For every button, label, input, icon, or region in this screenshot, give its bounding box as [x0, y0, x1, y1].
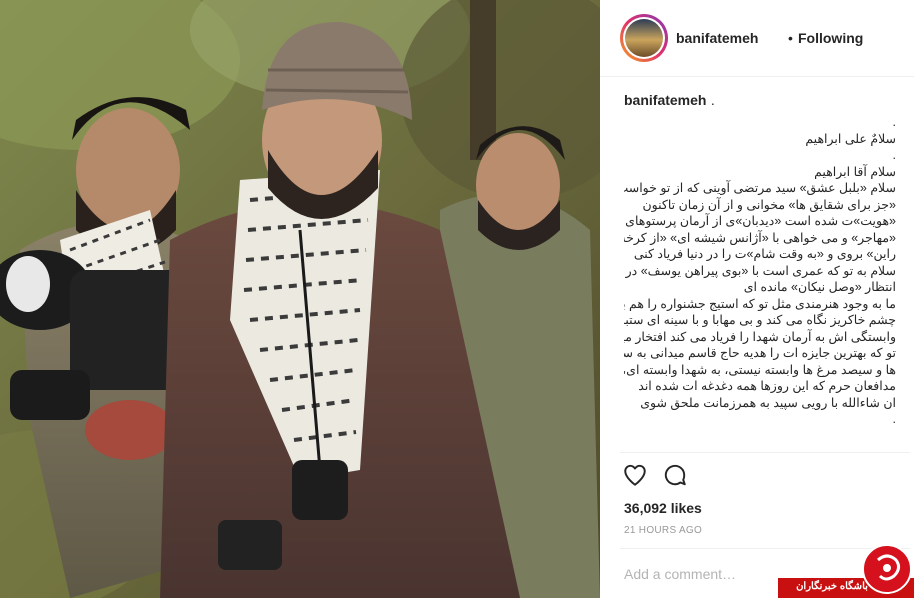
avatar-image: [625, 19, 663, 57]
post-header: banifatemeh • Following: [600, 0, 914, 77]
caption-text: . سلامٌ علی ابراهیم . سلام آقا ابراهیم س…: [624, 114, 896, 428]
caption-line: «مهاجر» و می خواهی با «آژانس شیشه ای» «ا…: [624, 230, 896, 245]
caption-line: سلام به تو که عمری است با «بوی پیراهن یو…: [625, 263, 896, 278]
caption-line: انتظار «وصل نیکان» مانده ای: [743, 280, 896, 294]
news-agency-watermark: باشگاه خبرنگاران: [778, 540, 914, 598]
caption-line: مدافعان حرم که این روزها همه دغدغه ات شد…: [638, 379, 896, 393]
header-username[interactable]: banifatemeh: [676, 30, 758, 46]
caption-line: ها و سیصد مرغ ها وابسته نیستی، به شهدا و…: [624, 362, 896, 377]
caption-line: .: [892, 412, 896, 426]
heart-outline-icon[interactable]: [622, 462, 650, 490]
like-count[interactable]: 36,092 likes: [624, 500, 702, 516]
caption-line: سلامٌ علی ابراهیم: [805, 131, 896, 146]
header-separator: •: [788, 30, 793, 46]
caption-suffix: .: [710, 92, 715, 108]
caption-line: ما به وجود هنرمندی مثل تو که استیج جشنوا…: [624, 296, 896, 311]
caption-line: .: [892, 148, 896, 162]
caption-line: سلام آقا ابراهیم: [814, 164, 896, 179]
caption-line: تو که بهترین جایزه ات را هدیه حاج قاسم م…: [624, 346, 896, 360]
caption-line: «هویت»ت شده است «دیدبان»ی از آرمان پرستو…: [625, 214, 896, 228]
caption-line: «جز برای شقایق ها» مخوانی و از آن زمان ت…: [642, 197, 897, 212]
post-photo-illustration: [0, 0, 600, 598]
post-timestamp[interactable]: 21 HOURS AGO: [624, 525, 702, 536]
caption-line: چشم خاکریز نگاه می کند و بی مهابا و با س…: [624, 313, 896, 327]
caption-line: سلام «بلبل عشق» سید مرتضی آوینی که از تو…: [624, 181, 896, 195]
caption-area: banifatemeh . . سلامٌ علی ابراهیم . سلام…: [624, 92, 896, 450]
caption-username[interactable]: banifatemeh: [624, 92, 706, 108]
caption-line: ان شاءالله با رویی سپید به همرزمانت ملحق…: [640, 395, 896, 410]
follow-status-button[interactable]: Following: [798, 30, 863, 46]
actions-divider: [620, 452, 910, 453]
comment-bubble-icon[interactable]: [662, 462, 690, 490]
caption-line: راین» بروی و «به وقت شام»ت را در دنیا فر…: [633, 247, 896, 261]
post-sidebar: banifatemeh • Following banifatemeh . . …: [600, 0, 914, 598]
add-comment-input[interactable]: Add a comment…: [624, 566, 736, 582]
avatar-frame: [623, 17, 665, 59]
caption-line: وابستگی اش به آرمان شهدا را فریاد می کند…: [624, 329, 896, 344]
watermark-logo-icon: [862, 544, 912, 594]
caption-line: .: [892, 115, 896, 129]
profile-avatar[interactable]: [620, 14, 668, 62]
post-photo[interactable]: [0, 0, 600, 598]
